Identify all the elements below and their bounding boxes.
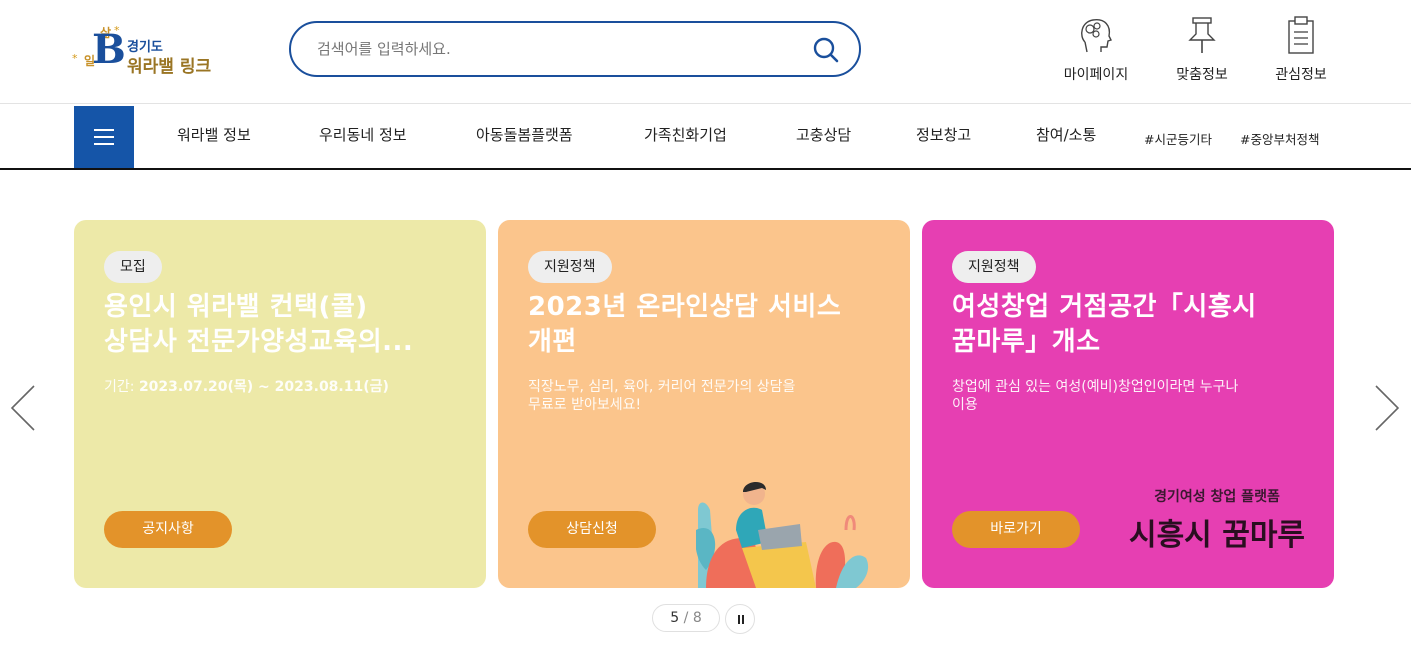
search-icon [813,37,839,63]
slide-desc-line: 무료로 받아보세요! [528,397,642,414]
nav-tag-central[interactable]: #중앙부처정책 [1240,129,1319,148]
search-box [289,21,861,77]
logo-text-worklife-link: 워라밸 링크 [127,57,212,77]
slide-description: 직장노무, 심리, 육아, 커리어 전문가의 상담을 무료로 받아보세요! [528,378,878,414]
slide-pager: 5 / 8 [652,604,720,632]
hamburger-icon-line [94,129,114,131]
siheung-kkummaru-logo: 경기여성 창업 플랫폼 시흥시 꿈마루 [1122,486,1312,554]
slide-description: 창업에 관심 있는 여성(예비)창업인이라면 누구나 이용 [952,378,1302,414]
nav-item-participation[interactable]: 참여/소통 [1036,124,1096,145]
slide-desc-line: 이용 [952,397,978,414]
menu-button[interactable] [74,106,134,168]
nav-item-neighborhood-info[interactable]: 우리동네 정보 [319,124,407,145]
slide-title-line: 개편 [528,326,577,357]
notice-button[interactable]: 공지사항 [104,511,232,548]
nav-item-info-archive[interactable]: 정보창고 [916,124,971,145]
interest-info-label: 관심정보 [1275,67,1327,83]
slide-title-line: 꿈마루」개소 [952,326,1101,357]
interest-info-link[interactable]: 관심정보 [1256,14,1346,88]
slide-card[interactable]: 지원정책 2023년 온라인상담 서비스 개편 직장노무, 심리, 육아, 커리… [498,220,910,588]
search-button[interactable] [811,35,841,65]
prev-slide-button[interactable] [8,382,38,434]
next-slide-button[interactable] [1372,382,1402,434]
slide-desc-line: 창업에 관심 있는 여성(예비)창업인이라면 누구나 [952,379,1239,395]
slide-title[interactable]: 2023년 온라인상담 서비스 개편 [528,290,878,360]
slide-title-line: 여성창업 거점공간「시흥시 [952,292,1257,322]
pause-icon-bar [738,615,740,624]
logo-il-char: 일 [84,54,96,68]
period-value: 2023.07.20(목) ~ 2023.08.11(금) [138,379,389,395]
brand-small-text: 경기여성 창업 플랫폼 [1154,489,1280,505]
category-badge: 지원정책 [528,251,612,283]
mypage-label: 마이페이지 [1063,67,1129,83]
slide-title-line: 용인시 워라밸 컨택(콜) [104,292,368,322]
slide-card[interactable]: 지원정책 여성창업 거점공간「시흥시 꿈마루」개소 창업에 관심 있는 여성(예… [922,220,1334,588]
period-label: 기간: [104,379,139,395]
pager-current: 5 [670,610,680,626]
nav-item-childcare-platform[interactable]: 아동돌봄플랫폼 [476,124,573,145]
slide-title-line: 상담사 전문가양성교육의... [104,326,414,357]
site-header: 삶 * B * 일 경기도 워라밸 링크 마이페이지 [0,0,1411,104]
brand-large-text: 시흥시 꿈마루 [1128,518,1306,553]
chevron-left-icon [10,385,35,431]
clipboard-icon [1288,16,1314,54]
logo-star-left: * [72,52,78,65]
mypage-link[interactable]: 마이페이지 [1051,14,1141,88]
custom-info-link[interactable]: 맞춤정보 [1157,14,1247,88]
nav-item-counseling[interactable]: 고충상담 [796,124,851,145]
site-logo[interactable]: 삶 * B * 일 경기도 워라밸 링크 [72,22,242,82]
slide-title-line: 2023년 온라인상담 서비스 [528,292,842,322]
slide-card[interactable]: 모집 용인시 워라밸 컨택(콜) 상담사 전문가양성교육의... 기간: 202… [74,220,486,588]
pushpin-icon [1188,17,1216,53]
person-with-laptop-illustration [696,481,869,588]
slide-title[interactable]: 여성창업 거점공간「시흥시 꿈마루」개소 [952,290,1302,360]
slide-title[interactable]: 용인시 워라밸 컨택(콜) 상담사 전문가양성교육의... [104,290,454,360]
go-button[interactable]: 바로가기 [952,511,1080,548]
pause-button[interactable] [725,604,755,634]
logo-mark: B [92,26,126,73]
hamburger-icon-line [94,143,114,145]
custom-info-label: 맞춤정보 [1176,67,1228,83]
hamburger-icon-line [94,136,114,138]
user-head-icon [1081,19,1112,53]
category-badge: 지원정책 [952,251,1036,283]
main-nav: 워라밸 정보 우리동네 정보 아동돌봄플랫폼 가족친화기업 고충상담 정보창고 … [0,104,1411,170]
pause-icon-bar [742,615,744,624]
chevron-right-icon [1375,385,1400,431]
apply-counseling-button[interactable]: 상담신청 [528,511,656,548]
category-badge: 모집 [104,251,162,283]
nav-item-worklife-info[interactable]: 워라밸 정보 [177,124,251,145]
slide-description: 기간: 2023.07.20(목) ~ 2023.08.11(금) [104,378,454,396]
nav-item-family-friendly[interactable]: 가족친화기업 [644,124,727,145]
pager-total: 8 [692,610,702,626]
nav-tag-local[interactable]: #시군등기타 [1144,129,1212,148]
slide-desc-line: 직장노무, 심리, 육아, 커리어 전문가의 상담을 [528,379,796,395]
search-input[interactable] [317,35,787,63]
pager-separator: / [679,610,693,626]
